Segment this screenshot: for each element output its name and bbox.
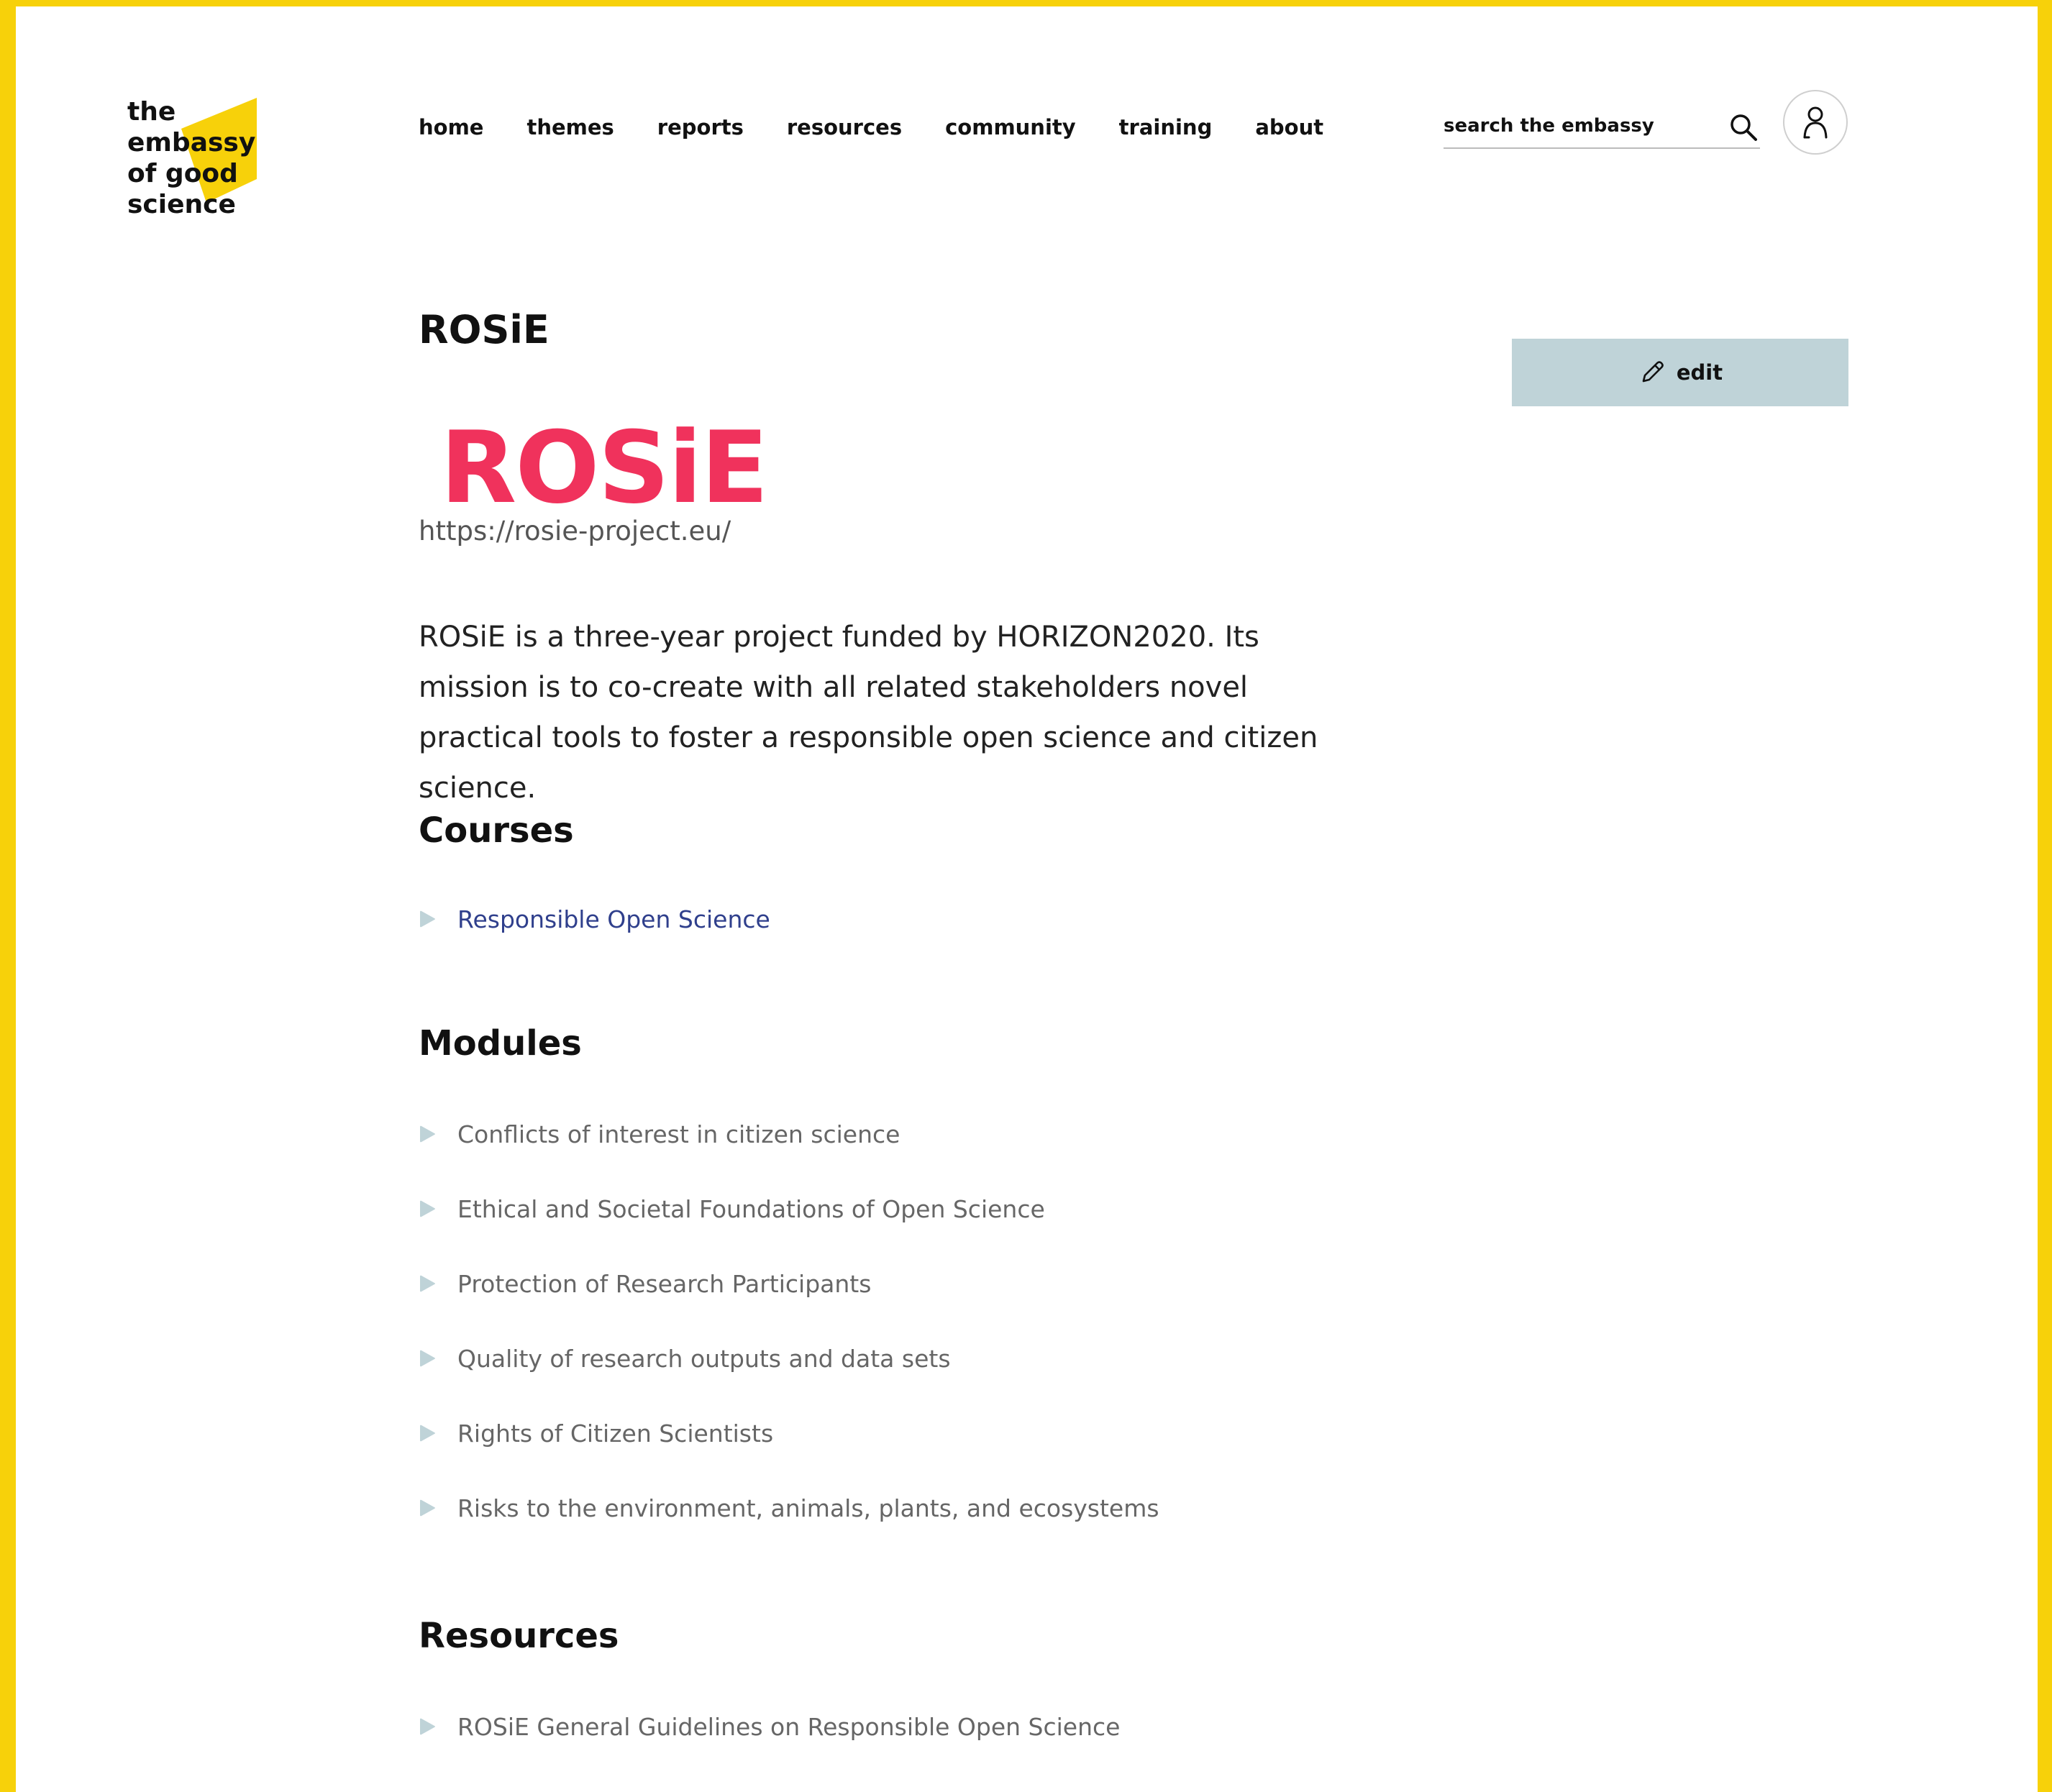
page-title: ROSiE xyxy=(419,307,550,352)
resources-heading: Resources xyxy=(419,1616,619,1656)
nav-about[interactable]: about xyxy=(1255,115,1323,140)
module-link[interactable]: Risks to the environment, animals, plant… xyxy=(457,1494,1159,1522)
module-link[interactable]: Protection of Research Participants xyxy=(457,1270,871,1298)
logo-line: the xyxy=(127,97,176,127)
edit-button[interactable]: edit xyxy=(1512,339,1848,406)
account-button[interactable] xyxy=(1783,90,1848,155)
pencil-icon xyxy=(1642,361,1664,383)
courses-heading: Courses xyxy=(419,810,574,851)
bullet-icon xyxy=(420,1425,435,1442)
nav-home[interactable]: home xyxy=(419,115,483,140)
project-logo: ROSiE xyxy=(440,414,769,522)
list-item: Protection of Research Participants xyxy=(419,1266,1159,1302)
resource-link[interactable]: ROSiE General Guidelines on Responsible … xyxy=(457,1713,1120,1741)
modules-list: Conflicts of interest in citizen science… xyxy=(419,1116,1159,1565)
nav-resources[interactable]: resources xyxy=(787,115,902,140)
nav-reports[interactable]: reports xyxy=(657,115,744,140)
course-link[interactable]: Responsible Open Science xyxy=(457,905,770,933)
list-item: Risks to the environment, animals, plant… xyxy=(419,1490,1159,1526)
module-link[interactable]: Rights of Citizen Scientists xyxy=(457,1420,773,1448)
project-logo-text: ROSiE xyxy=(440,410,769,526)
project-description: ROSiE is a three-year project funded by … xyxy=(419,621,1318,805)
project-url-link[interactable]: https://rosie-project.eu/ xyxy=(419,516,731,547)
bullet-icon xyxy=(420,1718,435,1735)
search-icon[interactable] xyxy=(1727,111,1760,144)
logo-line: of good xyxy=(127,159,238,188)
module-link[interactable]: Conflicts of interest in citizen science xyxy=(457,1120,900,1148)
list-item: Responsible Open Science xyxy=(419,901,770,937)
site-logo[interactable]: the embassy of good science xyxy=(127,89,257,219)
page-frame: the embassy of good science home themes … xyxy=(16,6,2038,1792)
list-item: ROSiE General Guidelines on Responsible … xyxy=(419,1709,1120,1745)
module-link[interactable]: Ethical and Societal Foundations of Open… xyxy=(457,1195,1045,1223)
resources-list: ROSiE General Guidelines on Responsible … xyxy=(419,1709,1120,1783)
module-link[interactable]: Quality of research outputs and data set… xyxy=(457,1345,951,1373)
search-input[interactable] xyxy=(1444,115,1727,140)
bullet-icon xyxy=(420,1275,435,1292)
bullet-icon xyxy=(420,1350,435,1367)
edit-label: edit xyxy=(1676,360,1723,385)
nav-training[interactable]: training xyxy=(1119,115,1213,140)
search-bar xyxy=(1444,107,1760,149)
logo-text: the embassy of good science xyxy=(127,96,255,220)
nav-community[interactable]: community xyxy=(945,115,1076,140)
bullet-icon xyxy=(420,910,435,928)
logo-line: science xyxy=(127,190,236,219)
logo-line: embassy xyxy=(127,128,256,157)
list-item: Quality of research outputs and data set… xyxy=(419,1340,1159,1376)
list-item: Conflicts of interest in citizen science xyxy=(419,1116,1159,1152)
bullet-icon xyxy=(420,1125,435,1143)
bullet-icon xyxy=(420,1200,435,1217)
main-nav: home themes reports resources community … xyxy=(419,113,1323,142)
list-item: Rights of Citizen Scientists xyxy=(419,1415,1159,1451)
modules-heading: Modules xyxy=(419,1023,582,1064)
user-icon xyxy=(1803,106,1828,139)
list-item: Ethical and Societal Foundations of Open… xyxy=(419,1191,1159,1227)
bullet-icon xyxy=(420,1499,435,1517)
nav-themes[interactable]: themes xyxy=(526,115,614,140)
courses-list: Responsible Open Science xyxy=(419,901,770,976)
